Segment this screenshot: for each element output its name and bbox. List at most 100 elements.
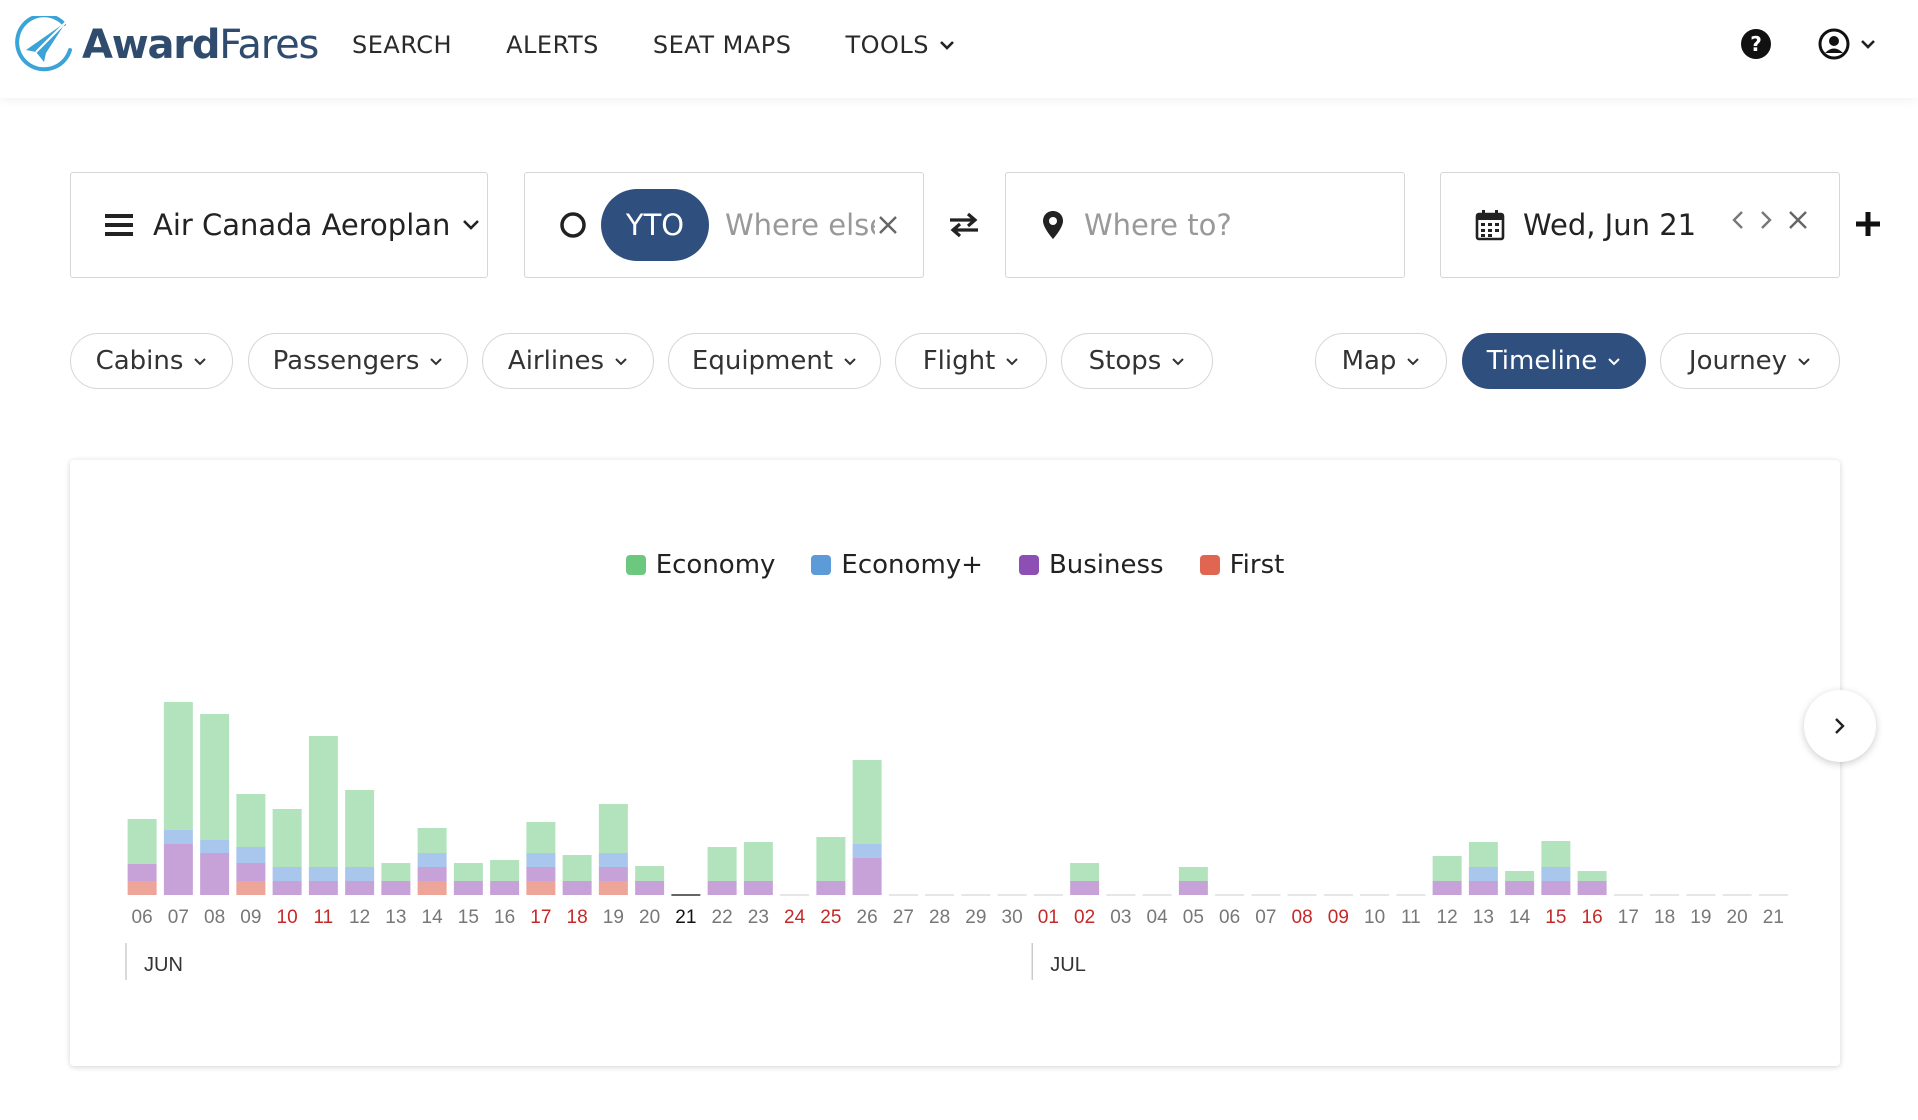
day-label[interactable]: 10 bbox=[277, 907, 298, 928]
bar-segment-economy-plus[interactable] bbox=[852, 844, 882, 858]
bar-segment-business[interactable] bbox=[1541, 881, 1571, 895]
view-map[interactable]: Map bbox=[1315, 333, 1447, 389]
bar-segment-business[interactable] bbox=[1505, 881, 1535, 895]
day-label[interactable]: 06 bbox=[132, 907, 153, 928]
filter-airlines[interactable]: Airlines bbox=[482, 333, 654, 389]
day-label[interactable]: 30 bbox=[1002, 907, 1023, 928]
add-leg-button[interactable] bbox=[1854, 210, 1882, 242]
bar-segment-economy[interactable] bbox=[163, 702, 193, 830]
bar-segment-business[interactable] bbox=[308, 881, 338, 895]
bar-segment-business[interactable] bbox=[816, 881, 846, 895]
nav-seat-maps[interactable]: SEAT MAPS bbox=[653, 31, 792, 59]
bar-segment-business[interactable] bbox=[200, 853, 230, 895]
origin-input[interactable]: Where else? bbox=[725, 208, 875, 242]
bar-segment-business[interactable] bbox=[236, 863, 266, 881]
day-label[interactable]: 08 bbox=[1292, 907, 1313, 928]
bar-segment-economy-plus[interactable] bbox=[272, 867, 302, 881]
bar-segment-economy-plus[interactable] bbox=[1468, 867, 1498, 881]
bar-segment-first[interactable] bbox=[236, 881, 266, 895]
bar-segment-business[interactable] bbox=[526, 867, 556, 881]
bar-segment-economy[interactable] bbox=[562, 855, 592, 881]
bar-segment-business[interactable] bbox=[852, 858, 882, 895]
help-button[interactable]: ? bbox=[1740, 28, 1772, 64]
day-label[interactable]: 17 bbox=[530, 907, 551, 928]
bar-segment-business[interactable] bbox=[127, 864, 157, 881]
bar-segment-economy[interactable] bbox=[453, 863, 483, 881]
day-label[interactable]: 14 bbox=[422, 907, 444, 928]
bar-segment-economy-plus[interactable] bbox=[345, 867, 375, 881]
bar-segment-economy[interactable] bbox=[381, 863, 411, 881]
swap-button[interactable] bbox=[948, 212, 980, 242]
bar-segment-economy[interactable] bbox=[1505, 871, 1535, 881]
day-label[interactable]: 22 bbox=[712, 907, 733, 928]
day-label[interactable]: 21 bbox=[1763, 907, 1784, 928]
day-label[interactable]: 01 bbox=[1038, 907, 1059, 928]
day-label[interactable]: 29 bbox=[965, 907, 986, 928]
origin-field[interactable]: YTO Where else? bbox=[524, 172, 924, 278]
bar-segment-economy[interactable] bbox=[345, 790, 375, 867]
day-label[interactable]: 07 bbox=[168, 907, 189, 928]
day-label[interactable]: 14 bbox=[1509, 907, 1531, 928]
bar-segment-business[interactable] bbox=[707, 881, 737, 895]
close-icon[interactable] bbox=[877, 214, 899, 236]
day-label[interactable]: 13 bbox=[385, 907, 406, 928]
bar-segment-economy[interactable] bbox=[308, 736, 338, 867]
day-label[interactable]: 24 bbox=[784, 907, 806, 928]
bar-segment-economy-plus[interactable] bbox=[526, 853, 556, 867]
destination-input[interactable]: Where to? bbox=[1084, 208, 1232, 242]
filter-flight[interactable]: Flight bbox=[895, 333, 1047, 389]
day-label[interactable]: 20 bbox=[1727, 907, 1748, 928]
destination-field[interactable]: Where to? bbox=[1005, 172, 1405, 278]
bar-segment-business[interactable] bbox=[453, 881, 483, 895]
day-label[interactable]: 23 bbox=[748, 907, 769, 928]
day-label[interactable]: 20 bbox=[639, 907, 660, 928]
bar-segment-economy[interactable] bbox=[852, 760, 882, 844]
filter-passengers[interactable]: Passengers bbox=[248, 333, 468, 389]
bar-segment-business[interactable] bbox=[743, 881, 773, 895]
bar-segment-first[interactable] bbox=[417, 881, 447, 895]
program-selector[interactable]: Air Canada Aeroplan bbox=[70, 172, 488, 278]
bar-segment-business[interactable] bbox=[272, 881, 302, 895]
day-label[interactable]: 09 bbox=[240, 907, 261, 928]
day-label[interactable]: 03 bbox=[1110, 907, 1131, 928]
day-label[interactable]: 05 bbox=[1183, 907, 1204, 928]
filter-cabins[interactable]: Cabins bbox=[70, 333, 233, 389]
day-label[interactable]: 18 bbox=[1654, 907, 1675, 928]
bar-segment-economy[interactable] bbox=[1070, 863, 1100, 881]
bar-segment-business[interactable] bbox=[1178, 881, 1208, 895]
day-label[interactable]: 28 bbox=[929, 907, 950, 928]
day-label[interactable]: 12 bbox=[1437, 907, 1458, 928]
day-label[interactable]: 16 bbox=[494, 907, 515, 928]
account-menu[interactable] bbox=[1818, 28, 1876, 60]
day-label[interactable]: 10 bbox=[1364, 907, 1385, 928]
bar-segment-first[interactable] bbox=[127, 881, 157, 895]
bar-segment-business[interactable] bbox=[635, 881, 665, 895]
bar-segment-economy[interactable] bbox=[1468, 842, 1498, 867]
day-label[interactable]: 27 bbox=[893, 907, 914, 928]
filter-equipment[interactable]: Equipment bbox=[668, 333, 881, 389]
close-icon[interactable] bbox=[1787, 209, 1809, 231]
day-label[interactable]: 15 bbox=[1545, 907, 1566, 928]
bar-segment-economy[interactable] bbox=[272, 809, 302, 867]
bar-segment-business[interactable] bbox=[381, 881, 411, 895]
bar-segment-economy-plus[interactable] bbox=[1541, 867, 1571, 881]
chart-next-button[interactable] bbox=[1804, 690, 1876, 762]
nav-alerts[interactable]: ALERTS bbox=[506, 31, 599, 59]
bar-segment-economy[interactable] bbox=[1577, 871, 1607, 881]
bar-segment-economy[interactable] bbox=[1178, 867, 1208, 881]
bar-segment-business[interactable] bbox=[490, 881, 520, 895]
bar-segment-economy-plus[interactable] bbox=[163, 830, 193, 844]
day-label[interactable]: 08 bbox=[204, 907, 225, 928]
bar-segment-economy-plus[interactable] bbox=[236, 847, 266, 863]
bar-segment-business[interactable] bbox=[345, 881, 375, 895]
bar-segment-economy[interactable] bbox=[598, 804, 628, 853]
bar-segment-economy[interactable] bbox=[490, 860, 520, 881]
bar-segment-economy-plus[interactable] bbox=[200, 840, 230, 853]
day-label[interactable]: 19 bbox=[1690, 907, 1711, 928]
bar-segment-economy[interactable] bbox=[200, 714, 230, 840]
bar-segment-business[interactable] bbox=[598, 867, 628, 881]
nav-tools[interactable]: TOOLS bbox=[845, 31, 955, 59]
day-label[interactable]: 09 bbox=[1328, 907, 1349, 928]
bar-segment-economy[interactable] bbox=[743, 842, 773, 881]
day-label[interactable]: 02 bbox=[1074, 907, 1095, 928]
